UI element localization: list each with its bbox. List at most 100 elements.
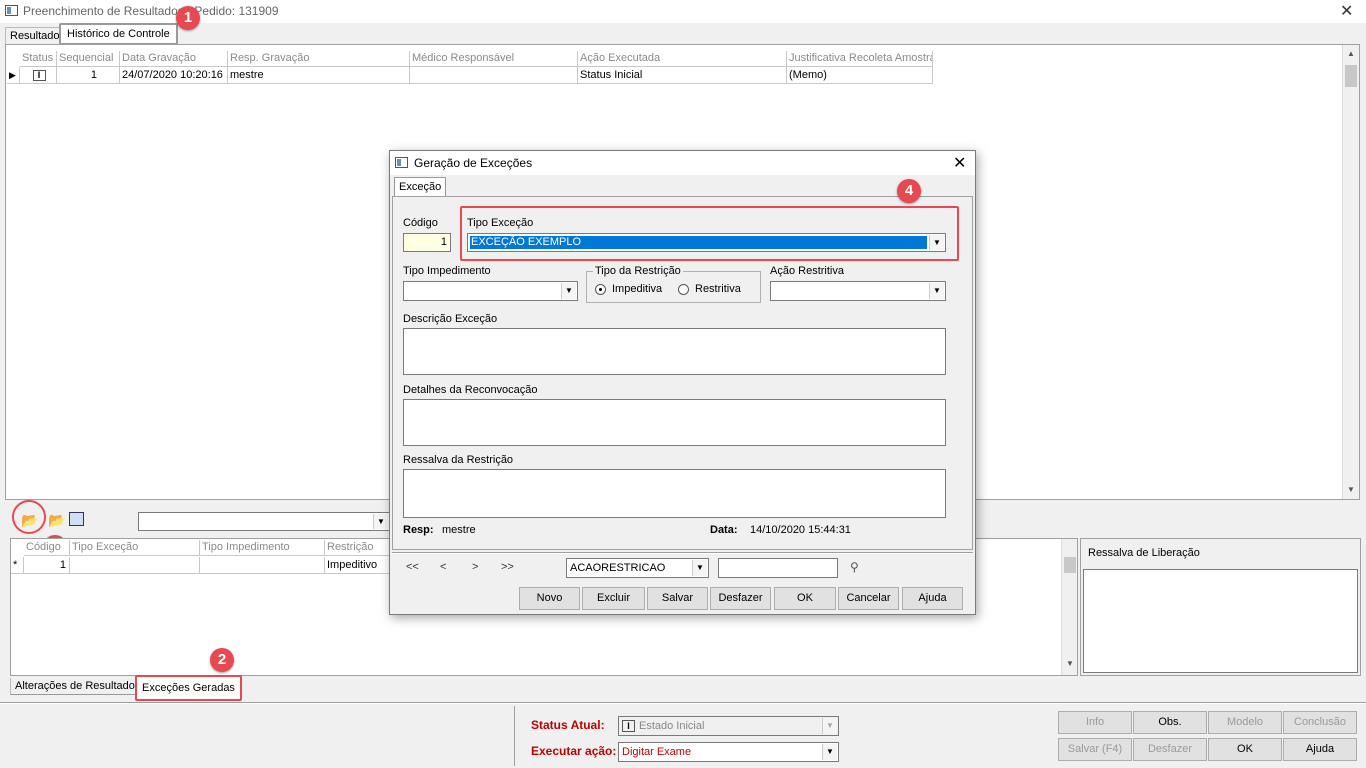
nav-prev-button[interactable]: < bbox=[440, 561, 446, 573]
history-cell-medico[interactable] bbox=[410, 67, 578, 84]
nav-last-button[interactable]: >> bbox=[501, 561, 514, 573]
data-label: Data: bbox=[710, 524, 738, 536]
chevron-down-icon: ▼ bbox=[692, 560, 707, 576]
callout-badge-4: 4 bbox=[897, 179, 921, 203]
executar-acao-label: Executar ação: bbox=[531, 744, 617, 758]
desfazer-main-button[interactable]: Desfazer bbox=[1133, 738, 1207, 761]
grid-icon[interactable] bbox=[69, 512, 84, 526]
exceptions-col-tipo-excecao[interactable]: Tipo Exceção bbox=[70, 540, 200, 556]
dialog-close-icon[interactable]: ✕ bbox=[953, 153, 966, 173]
excluir-button[interactable]: Excluir bbox=[582, 587, 645, 610]
dialog-tab-excecao[interactable]: Exceção bbox=[394, 177, 447, 196]
exceptions-col-codigo[interactable]: Código bbox=[24, 540, 70, 556]
history-col-status[interactable]: Status bbox=[20, 51, 57, 67]
history-cell-justificativa[interactable]: (Memo) bbox=[787, 67, 933, 84]
tab-historico-controle[interactable]: Histórico de Controle bbox=[59, 23, 178, 45]
ajuda-button[interactable]: Ajuda bbox=[902, 587, 963, 610]
chevron-down-icon: ▼ bbox=[561, 283, 576, 299]
exceptions-scrollbar[interactable]: ▼ bbox=[1061, 539, 1077, 675]
detalhes-reconvocacao-textarea[interactable] bbox=[403, 399, 946, 446]
scroll-thumb[interactable] bbox=[1345, 65, 1357, 87]
detalhes-reconvocacao-label: Detalhes da Reconvocação bbox=[403, 384, 538, 396]
ressalva-liberacao-panel: Ressalva de Liberação bbox=[1080, 538, 1361, 676]
executar-acao-combo[interactable]: Digitar Exame ▼ bbox=[618, 742, 839, 762]
tab-resultado[interactable]: Resultado bbox=[5, 27, 65, 44]
dialog-separator bbox=[392, 552, 973, 554]
ressalva-restricao-textarea[interactable] bbox=[403, 469, 946, 518]
history-col-data[interactable]: Data Gravação bbox=[120, 51, 228, 67]
window-titlebar: Preenchimento de Resultados - Pedido: 13… bbox=[0, 0, 1366, 23]
window-close-icon[interactable]: ✕ bbox=[1340, 1, 1353, 21]
ressalva-liberacao-textarea[interactable] bbox=[1083, 569, 1358, 673]
open-folder-icon[interactable]: 📂 bbox=[21, 512, 38, 529]
status-icon: I bbox=[32, 70, 46, 81]
acao-restritiva-select[interactable]: ▼ bbox=[770, 281, 946, 301]
app-icon bbox=[5, 5, 18, 16]
desfazer-button[interactable]: Desfazer bbox=[710, 587, 771, 610]
radio-impeditiva[interactable] bbox=[595, 284, 606, 295]
exceptions-col-tipo-impedimento[interactable]: Tipo Impedimento bbox=[200, 540, 325, 556]
status-atual-label: Status Atual: bbox=[531, 718, 605, 732]
scroll-down-icon[interactable]: ▼ bbox=[1066, 659, 1074, 668]
chevron-down-icon: ▼ bbox=[929, 283, 944, 299]
history-col-sequencial[interactable]: Sequencial bbox=[57, 51, 120, 67]
tab-alteracoes-resultado[interactable]: Alterações de Resultado bbox=[10, 678, 140, 695]
table-row[interactable]: I bbox=[20, 67, 57, 84]
radio-impeditiva-label: Impeditiva bbox=[612, 283, 663, 295]
scroll-thumb[interactable] bbox=[1064, 557, 1076, 573]
nav-first-button[interactable]: << bbox=[406, 561, 419, 573]
radio-restritiva-label: Restritiva bbox=[695, 283, 741, 295]
data-value: 14/10/2020 15:44:31 bbox=[750, 524, 851, 536]
scroll-down-icon[interactable]: ▼ bbox=[1347, 485, 1355, 494]
modelo-button[interactable]: Modelo bbox=[1208, 711, 1282, 734]
exceptions-filter-combo[interactable]: ▼ bbox=[138, 512, 390, 531]
open-folder-disabled-icon[interactable]: 📂 bbox=[48, 512, 65, 529]
history-col-medico[interactable]: Médico Responsável bbox=[410, 51, 578, 67]
ressalva-restricao-label: Ressalva da Restrição bbox=[403, 454, 514, 466]
status-atual-value: Estado Inicial bbox=[639, 720, 705, 732]
tipo-impedimento-label: Tipo Impedimento bbox=[403, 265, 491, 277]
radio-restritiva[interactable] bbox=[678, 284, 689, 295]
history-cell-sequencial[interactable]: 1 bbox=[57, 67, 120, 84]
salvar-f4-button[interactable]: Salvar (F4) bbox=[1058, 738, 1132, 761]
search-input[interactable] bbox=[718, 558, 838, 578]
chevron-down-icon: ▼ bbox=[822, 718, 837, 734]
history-cell-acao[interactable]: Status Inicial bbox=[578, 67, 787, 84]
conclusao-button[interactable]: Conclusão bbox=[1283, 711, 1357, 734]
tipo-impedimento-select[interactable]: ▼ bbox=[403, 281, 578, 301]
search-field-select[interactable]: ACAORESTRICAO ▼ bbox=[566, 558, 709, 578]
exceptions-cell-restricao[interactable]: Impeditivo bbox=[325, 557, 391, 574]
obs-button[interactable]: Obs. bbox=[1133, 711, 1207, 734]
exceptions-cell-codigo[interactable]: 1 bbox=[24, 557, 70, 574]
tipo-excecao-label: Tipo Exceção bbox=[467, 217, 534, 229]
binoculars-icon[interactable]: ⚲ bbox=[850, 560, 859, 574]
tab-excecoes-geradas[interactable]: Exceções Geradas bbox=[135, 675, 242, 701]
info-button[interactable]: Info bbox=[1058, 711, 1132, 734]
salvar-button[interactable]: Salvar bbox=[647, 587, 708, 610]
novo-button[interactable]: Novo bbox=[519, 587, 580, 610]
ressalva-liberacao-label: Ressalva de Liberação bbox=[1088, 547, 1200, 559]
tipo-excecao-select[interactable]: EXCEÇÃO EXEMPLO ▼ bbox=[467, 233, 946, 252]
exceptions-cell-tipo-impedimento[interactable] bbox=[200, 557, 325, 574]
ok-button[interactable]: OK bbox=[774, 587, 836, 610]
history-cell-resp[interactable]: mestre bbox=[228, 67, 410, 84]
descricao-excecao-textarea[interactable] bbox=[403, 328, 946, 375]
cancelar-button[interactable]: Cancelar bbox=[838, 587, 899, 610]
exceptions-col-restricao[interactable]: Restrição bbox=[325, 540, 391, 556]
descricao-excecao-label: Descrição Exceção bbox=[403, 313, 498, 325]
row-indicator-icon: ▶ bbox=[7, 67, 20, 84]
nav-next-button[interactable]: > bbox=[472, 561, 478, 573]
status-atual-combo[interactable]: I Estado Inicial ▼ bbox=[618, 716, 839, 736]
ajuda-main-button[interactable]: Ajuda bbox=[1283, 738, 1357, 761]
history-cell-data[interactable]: 24/07/2020 10:20:16 bbox=[120, 67, 228, 84]
history-col-justificativa[interactable]: Justificativa Recoleta Amostra bbox=[787, 51, 933, 67]
history-col-acao[interactable]: Ação Executada bbox=[578, 51, 787, 67]
chevron-down-icon: ▼ bbox=[929, 235, 944, 250]
history-scrollbar[interactable]: ▲ ▼ bbox=[1342, 45, 1359, 499]
scroll-up-icon[interactable]: ▲ bbox=[1347, 49, 1355, 58]
ok-main-button[interactable]: OK bbox=[1208, 738, 1282, 761]
status-icon: I bbox=[622, 720, 635, 732]
codigo-input[interactable]: 1 bbox=[403, 233, 451, 252]
exceptions-cell-tipo-excecao[interactable] bbox=[70, 557, 200, 574]
history-col-resp[interactable]: Resp. Gravação bbox=[228, 51, 410, 67]
